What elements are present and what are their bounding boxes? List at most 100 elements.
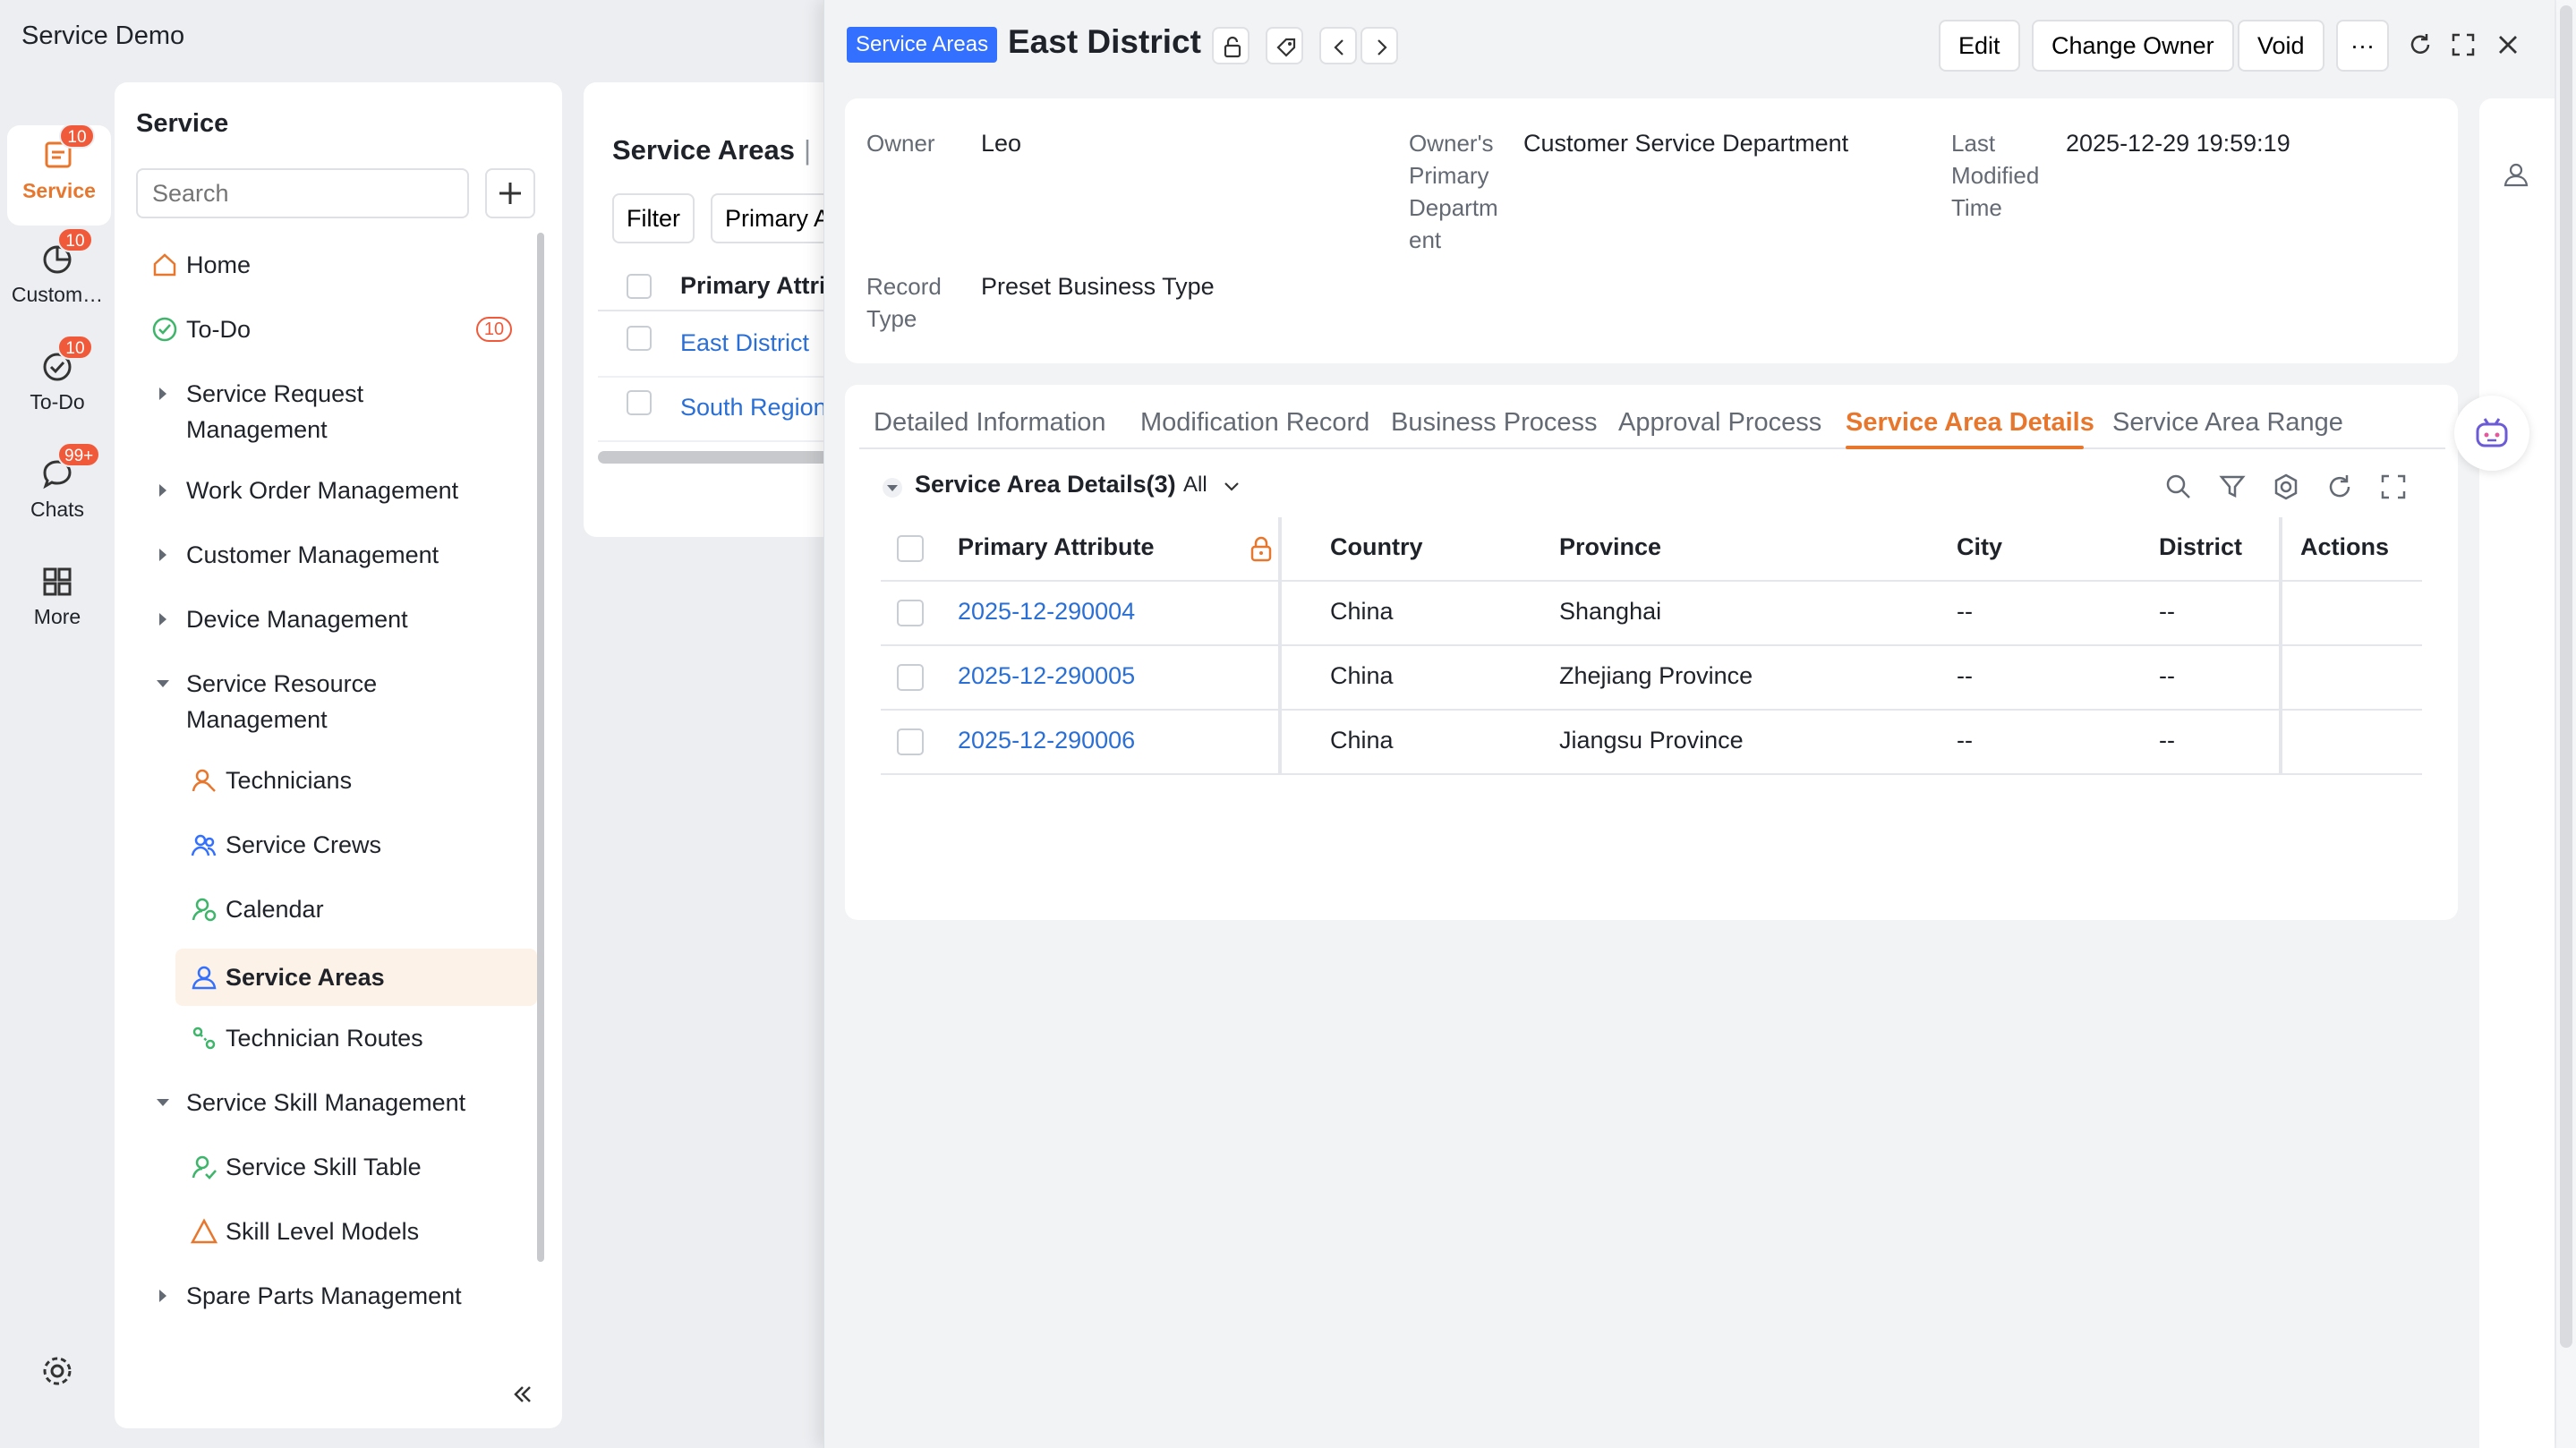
chevron-left-icon <box>1334 39 1343 55</box>
nav-item-home[interactable]: Home <box>150 247 526 283</box>
refresh-icon[interactable] <box>2324 471 2356 503</box>
column-header-province[interactable]: Province <box>1559 533 1661 561</box>
tab-service-area-range[interactable]: Service Area Range <box>2112 408 2343 438</box>
nav-item-todo[interactable]: To-Do 10 <box>150 311 526 347</box>
check-circle-icon: 10 <box>39 335 93 385</box>
rail-item-chats[interactable]: 99+ Chats <box>0 442 115 522</box>
nav-item-customer[interactable]: Customer Management <box>150 537 526 573</box>
nav-item-work-order[interactable]: Work Order Management <box>150 473 526 508</box>
filter-icon[interactable] <box>2216 471 2248 503</box>
previous-record-button[interactable] <box>1319 27 1357 64</box>
void-button[interactable]: Void <box>2238 20 2324 72</box>
collapse-section-icon[interactable] <box>881 476 904 499</box>
home-icon <box>153 253 176 277</box>
tag-button[interactable] <box>1266 27 1303 64</box>
row-primary-link[interactable]: 2025-12-290004 <box>958 598 1135 626</box>
select-all-checkbox[interactable] <box>627 274 652 299</box>
nav-item-technician-routes[interactable]: Technician Routes <box>150 1020 526 1056</box>
list-horizontal-scrollbar[interactable] <box>598 451 852 464</box>
nav-item-service-skill-table[interactable]: Service Skill Table <box>150 1149 526 1185</box>
filter-button[interactable]: Filter <box>612 193 695 243</box>
column-header-city[interactable]: City <box>1957 533 2002 561</box>
tab-modification-record[interactable]: Modification Record <box>1140 408 1369 438</box>
refresh-icon[interactable] <box>2406 30 2435 59</box>
drawer-scrollbar[interactable] <box>2556 0 2576 1448</box>
department-label: Owner's Primary Departm ent <box>1409 127 1498 256</box>
close-icon[interactable] <box>2494 30 2522 59</box>
nav-item-spare-parts[interactable]: Spare Parts Management <box>150 1278 526 1314</box>
settings-gear-icon[interactable] <box>39 1353 75 1389</box>
nav-item-technicians[interactable]: Technicians <box>150 762 526 798</box>
row-province: Jiangsu Province <box>1559 727 1744 754</box>
triangle-icon <box>190 1218 218 1244</box>
nav-item-service-areas[interactable]: Service Areas <box>175 949 537 1006</box>
list-row[interactable]: South Region <box>598 378 852 442</box>
nav-item-label: Work Order Management <box>186 477 459 504</box>
robot-icon <box>2476 418 2508 447</box>
add-button[interactable] <box>485 168 535 218</box>
nav-item-skill-level-models[interactable]: Skill Level Models <box>150 1214 526 1249</box>
list-row[interactable]: East District <box>598 313 852 378</box>
rail-item-customers[interactable]: 10 Custom… <box>0 227 115 307</box>
settings-icon[interactable] <box>2270 471 2302 503</box>
row-checkbox[interactable] <box>627 390 652 415</box>
tag-icon <box>1276 38 1296 57</box>
chevron-down-icon <box>1224 481 1240 491</box>
ai-assistant-button[interactable] <box>2454 396 2529 471</box>
rail-label: More <box>33 605 81 628</box>
skill-person-icon <box>192 1155 217 1180</box>
nav-search-input[interactable] <box>136 168 469 218</box>
nav-item-calendar[interactable]: Calendar <box>150 891 526 927</box>
nav-scrollbar[interactable] <box>537 233 544 1262</box>
search-icon[interactable] <box>2162 471 2195 503</box>
active-tab-indicator <box>1846 446 2084 449</box>
row-checkbox[interactable] <box>897 600 924 626</box>
nav-item-service-resource[interactable]: Service Resource Management <box>150 666 526 737</box>
drawer-scrollbar-thumb[interactable] <box>2560 5 2572 1348</box>
record-title: East District <box>1008 23 1201 60</box>
column-header-primary[interactable]: Primary Attribute <box>958 533 1155 561</box>
row-primary-link[interactable]: 2025-12-290005 <box>958 662 1135 690</box>
nav-item-service-skill[interactable]: Service Skill Management <box>150 1085 526 1120</box>
row-checkbox[interactable] <box>897 664 924 691</box>
row-primary-link[interactable]: 2025-12-290006 <box>958 727 1135 754</box>
lock-button[interactable] <box>1212 27 1250 64</box>
tab-service-area-details[interactable]: Service Area Details <box>1846 408 2094 438</box>
nav-item-service-crews[interactable]: Service Crews <box>150 827 526 863</box>
more-actions-button[interactable]: ··· <box>2336 20 2389 72</box>
row-checkbox[interactable] <box>897 728 924 755</box>
tab-detailed-information[interactable]: Detailed Information <box>874 408 1106 438</box>
row-country: China <box>1330 727 1394 754</box>
rail-item-more[interactable]: More <box>0 564 115 629</box>
next-record-button[interactable] <box>1361 27 1398 64</box>
nav-item-device[interactable]: Device Management <box>150 601 526 637</box>
department-value: Customer Service Department <box>1523 130 1849 157</box>
column-header-country[interactable]: Country <box>1330 533 1423 561</box>
section-filter-dropdown[interactable]: All <box>1183 473 1241 498</box>
collapse-sidebar-button[interactable] <box>508 1380 537 1409</box>
list-row-link[interactable]: South Region <box>680 394 827 422</box>
nav-item-service-request[interactable]: Service Request Management <box>150 376 526 447</box>
nav-item-label: Technicians <box>226 767 353 794</box>
row-checkbox[interactable] <box>627 326 652 351</box>
user-group-icon[interactable] <box>2501 159 2531 190</box>
tab-business-process[interactable]: Business Process <box>1391 408 1598 438</box>
tab-approval-process[interactable]: Approval Process <box>1618 408 1821 438</box>
list-heading: Service Areas | <box>612 134 811 166</box>
edit-button[interactable]: Edit <box>1939 20 2020 72</box>
rail-item-service[interactable]: 10 Service <box>7 124 111 226</box>
row-district: -- <box>2159 727 2175 754</box>
rail-item-todo[interactable]: 10 To-Do <box>0 335 115 414</box>
fullscreen-icon[interactable] <box>2449 30 2478 59</box>
last-modified-label: Last Modified Time <box>1951 127 2039 224</box>
list-row-link[interactable]: East District <box>680 329 809 357</box>
row-province: Zhejiang Province <box>1559 662 1753 689</box>
object-type-tag: Service Areas <box>847 27 998 63</box>
tab-bar: Detailed Information Modification Record… <box>859 403 2445 449</box>
change-owner-button[interactable]: Change Owner <box>2032 20 2234 72</box>
select-all-checkbox[interactable] <box>897 535 924 562</box>
expand-icon[interactable] <box>2377 471 2410 503</box>
list-heading-text: Service Areas <box>612 134 795 166</box>
column-header-district[interactable]: District <box>2159 533 2242 561</box>
caret-right-icon <box>159 388 166 400</box>
